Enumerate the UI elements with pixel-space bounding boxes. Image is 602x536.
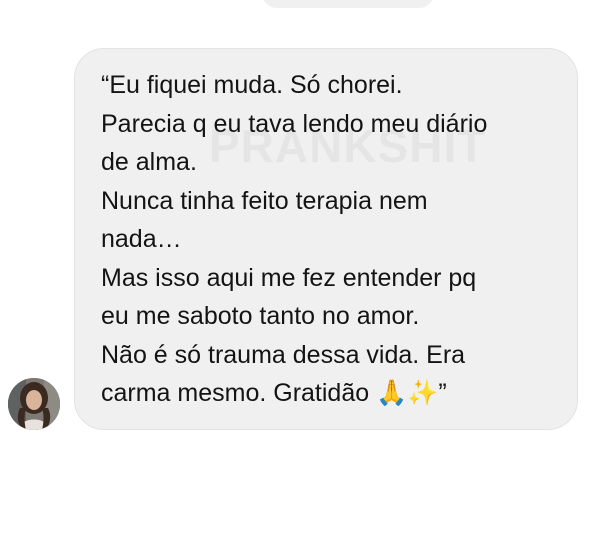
sender-avatar[interactable] bbox=[8, 378, 60, 430]
message-text-line: Nunca tinha feito terapia nem bbox=[101, 186, 428, 215]
avatar-photo-icon bbox=[8, 378, 60, 430]
message-text-line: Não é só trauma dessa vida. Era bbox=[101, 340, 466, 369]
message-text-line: Parecia q eu tava lendo meu diário bbox=[101, 109, 488, 138]
previous-message-bubble bbox=[262, 0, 434, 8]
message-text-line: carma mesmo. Gratidão 🙏✨” bbox=[101, 379, 447, 407]
message-text-line: eu me saboto tanto no amor. bbox=[101, 302, 420, 330]
message-bubble[interactable]: PRANKSHIT “Eu fiquei muda. Só chorei. Pa… bbox=[74, 48, 578, 430]
message-text-line: Mas isso aqui me fez entender pq bbox=[101, 263, 477, 292]
message-text-line: nada… bbox=[101, 225, 182, 253]
message-text-line: de alma. bbox=[101, 148, 197, 176]
message-text-line: “Eu fiquei muda. Só chorei. bbox=[101, 71, 403, 99]
